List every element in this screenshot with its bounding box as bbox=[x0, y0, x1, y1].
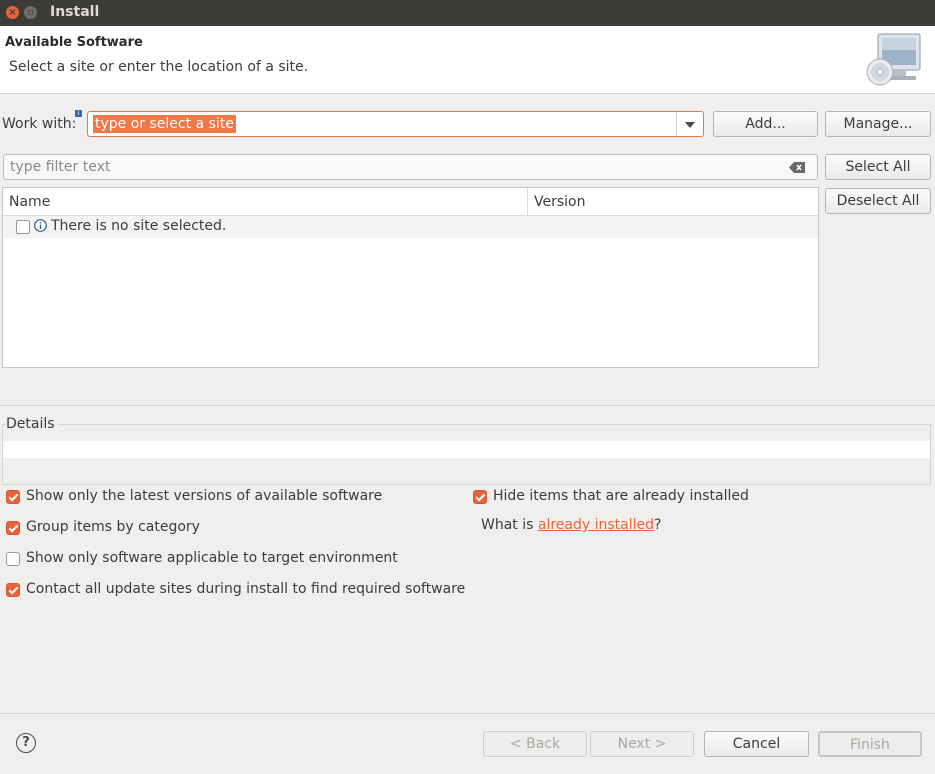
latest-versions-checkbox[interactable] bbox=[6, 490, 20, 504]
hide-installed-label: Hide items that are already installed bbox=[493, 488, 749, 504]
next-button[interactable]: Next > bbox=[590, 731, 694, 757]
dropdown-arrow-icon[interactable] bbox=[676, 112, 703, 136]
add-site-button[interactable]: Add... bbox=[713, 111, 818, 137]
software-table[interactable]: Name Version There is no site selected. bbox=[2, 187, 819, 368]
software-cd-computer-icon bbox=[866, 33, 921, 86]
maximize-window-button[interactable]: ▫ bbox=[24, 6, 37, 19]
column-header-name[interactable]: Name bbox=[9, 194, 50, 210]
details-title: Details bbox=[6, 416, 58, 432]
already-installed-link[interactable]: already installed bbox=[538, 517, 654, 533]
hide-installed-checkbox[interactable] bbox=[473, 490, 487, 504]
finish-button[interactable]: Finish bbox=[818, 731, 922, 757]
cancel-button[interactable]: Cancel bbox=[704, 731, 809, 757]
manage-sites-button[interactable]: Manage... bbox=[825, 111, 931, 137]
contact-sites-checkbox[interactable] bbox=[6, 583, 20, 597]
applicable-target-checkbox[interactable] bbox=[6, 552, 20, 566]
wizard-header: Available Software Select a site or ente… bbox=[0, 26, 935, 94]
work-with-label: Work with: bbox=[2, 116, 77, 132]
details-text-area[interactable] bbox=[3, 441, 930, 458]
table-row[interactable]: There is no site selected. bbox=[3, 216, 818, 238]
what-is-installed-text: What is already installed? bbox=[481, 517, 661, 533]
window-title: Install bbox=[50, 4, 100, 20]
group-by-category-label: Group items by category bbox=[26, 519, 200, 535]
filter-input[interactable]: type filter text bbox=[10, 159, 110, 175]
info-icon: i bbox=[75, 110, 82, 117]
contact-sites-label: Contact all update sites during install … bbox=[26, 581, 466, 597]
row-name-cell: There is no site selected. bbox=[51, 218, 227, 234]
filter-field[interactable]: type filter text bbox=[3, 154, 818, 180]
separator bbox=[0, 405, 935, 406]
page-description: Select a site or enter the location of a… bbox=[9, 59, 309, 75]
page-title: Available Software bbox=[5, 35, 143, 50]
applicable-target-label: Show only software applicable to target … bbox=[26, 550, 398, 566]
column-divider[interactable] bbox=[527, 188, 528, 215]
back-button[interactable]: < Back bbox=[483, 731, 587, 757]
row-checkbox[interactable] bbox=[16, 220, 30, 234]
close-window-button[interactable]: × bbox=[6, 6, 19, 19]
select-all-button[interactable]: Select All bbox=[825, 154, 931, 180]
table-header: Name Version bbox=[3, 188, 818, 216]
help-icon[interactable]: ? bbox=[16, 733, 36, 753]
clear-filter-icon[interactable] bbox=[789, 162, 805, 173]
column-header-version[interactable]: Version bbox=[534, 194, 585, 210]
info-circle-icon bbox=[34, 219, 47, 232]
deselect-all-button[interactable]: Deselect All bbox=[825, 188, 931, 214]
window-titlebar: × ▫ Install bbox=[0, 0, 935, 26]
what-is-prefix: What is bbox=[481, 517, 538, 533]
work-with-combo[interactable]: type or select a site bbox=[87, 111, 704, 137]
latest-versions-label: Show only the latest versions of availab… bbox=[26, 488, 383, 504]
group-by-category-checkbox[interactable] bbox=[6, 521, 20, 535]
work-with-input[interactable]: type or select a site bbox=[93, 115, 236, 133]
footer-separator bbox=[0, 713, 935, 714]
what-is-suffix: ? bbox=[654, 517, 662, 533]
